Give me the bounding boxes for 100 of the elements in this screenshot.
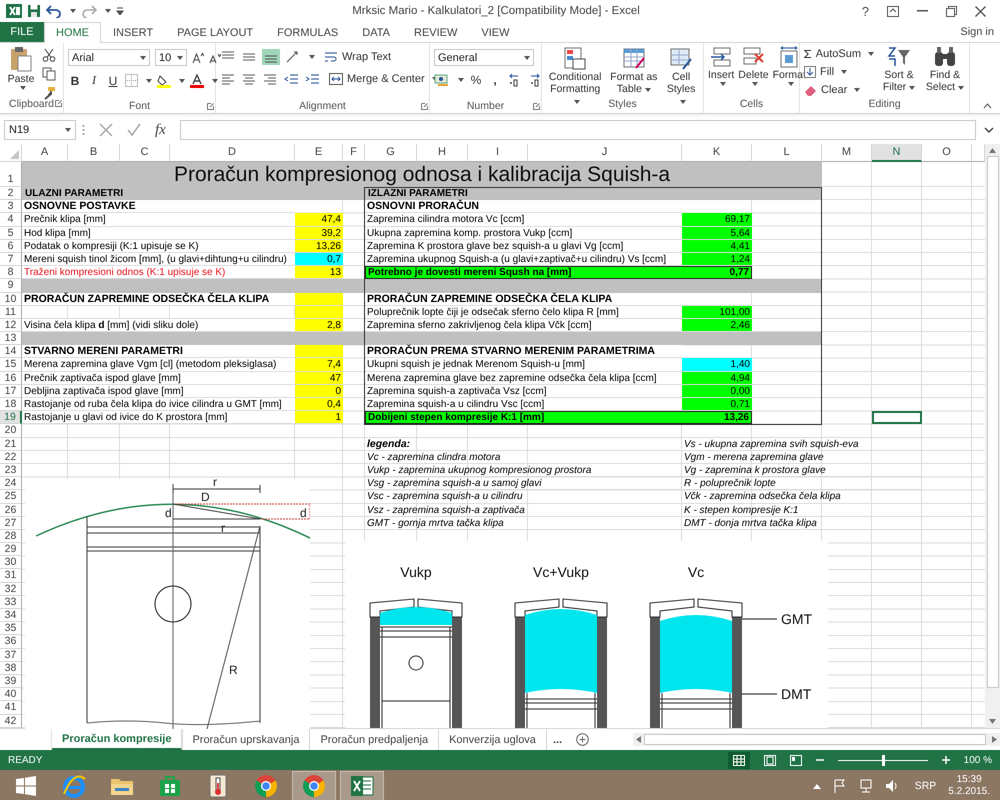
insert-function-button[interactable]: fx — [155, 122, 166, 138]
input-cell[interactable]: 0,7 — [295, 252, 343, 266]
close-icon[interactable] — [975, 6, 986, 16]
font-style-button[interactable]: B — [68, 74, 82, 88]
row-number[interactable]: 24 — [0, 477, 22, 490]
paste-button[interactable]: Paste — [4, 46, 38, 90]
fill-color-icon[interactable] — [157, 74, 171, 88]
row-number[interactable]: 37 — [0, 648, 22, 662]
customize-toolbar-icon[interactable] — [116, 7, 124, 15]
row-number[interactable]: 8 — [0, 266, 22, 280]
column-header[interactable]: K — [682, 144, 752, 162]
file-tab[interactable]: FILE — [0, 22, 44, 42]
format-painter-icon[interactable] — [42, 86, 56, 100]
zoom-in-icon[interactable] — [942, 756, 950, 764]
font-color-icon[interactable] — [190, 74, 204, 88]
show-hidden-icons-icon[interactable] — [812, 784, 821, 788]
row-number[interactable]: 31 — [0, 569, 22, 583]
input-cell[interactable]: 0,4 — [295, 398, 343, 412]
number-format-dropdown[interactable]: General — [434, 49, 534, 66]
cut-icon[interactable] — [42, 48, 56, 62]
input-cell[interactable] — [295, 306, 343, 319]
row-number[interactable]: 32 — [0, 582, 22, 596]
font-name-dropdown[interactable]: Arial — [68, 49, 150, 66]
align-bottom-icon[interactable] — [262, 49, 280, 65]
row-number[interactable]: 4 — [0, 213, 22, 227]
zoom-slider-thumb[interactable] — [882, 754, 885, 766]
align-center-icon[interactable] — [241, 72, 257, 86]
clock[interactable]: 15:39 5.2.2015. — [948, 774, 990, 798]
row-number[interactable]: 6 — [0, 240, 22, 253]
row-number[interactable]: 17 — [0, 384, 22, 398]
row-number[interactable]: 27 — [0, 516, 22, 530]
row-number[interactable]: 39 — [0, 674, 22, 688]
row-number[interactable]: 28 — [0, 530, 22, 544]
column-header[interactable]: L — [752, 144, 822, 162]
column-header[interactable]: H — [417, 144, 468, 162]
undo-icon[interactable] — [46, 4, 62, 18]
column-header[interactable]: J — [528, 144, 682, 162]
zoom-level[interactable]: 100 % — [964, 754, 992, 766]
column-header[interactable]: D — [170, 144, 295, 162]
sheet-tab[interactable]: Proračun kompresije — [52, 729, 182, 750]
row-number[interactable]: 10 — [0, 292, 22, 306]
row-number[interactable]: 30 — [0, 556, 22, 570]
ribbon-tab[interactable]: FORMULAS — [265, 22, 350, 43]
row-number[interactable]: 20 — [0, 424, 22, 438]
increase-font-size-icon[interactable] — [192, 52, 204, 64]
row-number[interactable]: 40 — [0, 688, 22, 702]
row-number[interactable]: 23 — [0, 464, 22, 478]
editing-button[interactable]: Find & Select — [924, 46, 966, 93]
more-sheets-button[interactable]: ... — [546, 729, 568, 750]
accounting-format-icon[interactable] — [434, 73, 450, 87]
scroll-up-icon[interactable] — [989, 148, 996, 153]
comma-style-button[interactable]: , — [488, 73, 502, 87]
row-number[interactable]: 12 — [0, 318, 22, 332]
scrollbar-thumb[interactable] — [986, 156, 998, 688]
row-number[interactable]: 1 — [0, 162, 22, 187]
row-number[interactable]: 11 — [0, 306, 22, 319]
percent-style-button[interactable]: % — [469, 73, 483, 87]
normal-view-icon[interactable] — [728, 752, 750, 768]
input-cell[interactable] — [295, 345, 343, 358]
page-layout-view-icon[interactable] — [764, 754, 776, 766]
input-cell[interactable]: 7,4 — [295, 358, 343, 372]
input-cell[interactable]: 47,4 — [295, 213, 343, 227]
row-number[interactable]: 35 — [0, 622, 22, 636]
styles-button[interactable]: Cell Styles — [663, 46, 699, 107]
autosum-button[interactable]: AutoSum — [804, 48, 874, 60]
column-header[interactable]: I — [468, 144, 528, 162]
wrap-text-button[interactable]: Wrap Text — [324, 51, 392, 63]
taskbar-app-button[interactable] — [292, 771, 336, 800]
ribbon-tab[interactable]: VIEW — [469, 22, 522, 43]
row-number[interactable]: 9 — [0, 279, 22, 292]
row-number[interactable]: 36 — [0, 635, 22, 649]
expand-formula-bar-icon[interactable] — [984, 127, 994, 133]
increase-indent-icon[interactable] — [304, 72, 320, 86]
column-header[interactable]: G — [365, 144, 417, 162]
fill-button[interactable]: Fill — [804, 66, 874, 78]
row-number[interactable]: 42 — [0, 714, 22, 728]
copy-icon[interactable] — [42, 67, 56, 81]
dialog-launcher-icon[interactable] — [55, 100, 62, 107]
row-number[interactable]: 2 — [0, 187, 22, 200]
input-cell[interactable]: 1 — [295, 411, 343, 424]
row-number[interactable]: 25 — [0, 490, 22, 504]
cells-button[interactable]: Insert — [708, 46, 734, 86]
row-number[interactable]: 16 — [0, 372, 22, 385]
flag-icon[interactable] — [832, 779, 847, 793]
editing-button[interactable]: Sort & Filter — [878, 46, 920, 93]
minimize-icon[interactable] — [917, 10, 928, 12]
ribbon-tab[interactable]: REVIEW — [402, 22, 470, 43]
dialog-launcher-icon[interactable] — [421, 103, 428, 110]
ribbon-tab[interactable]: DATA — [350, 22, 402, 43]
ribbon-tab[interactable]: PAGE LAYOUT — [165, 22, 266, 43]
input-language[interactable]: SRP — [914, 780, 936, 792]
row-number[interactable]: 26 — [0, 504, 22, 517]
row-number[interactable]: 15 — [0, 358, 22, 372]
help-button[interactable]: ? — [862, 4, 869, 18]
column-header[interactable]: A — [22, 144, 68, 162]
taskbar-app-button[interactable] — [340, 771, 384, 800]
scroll-down-icon[interactable] — [989, 719, 996, 724]
column-header[interactable]: O — [922, 144, 972, 162]
row-number[interactable]: 41 — [0, 701, 22, 714]
ribbon-tab[interactable]: HOME — [44, 22, 101, 43]
